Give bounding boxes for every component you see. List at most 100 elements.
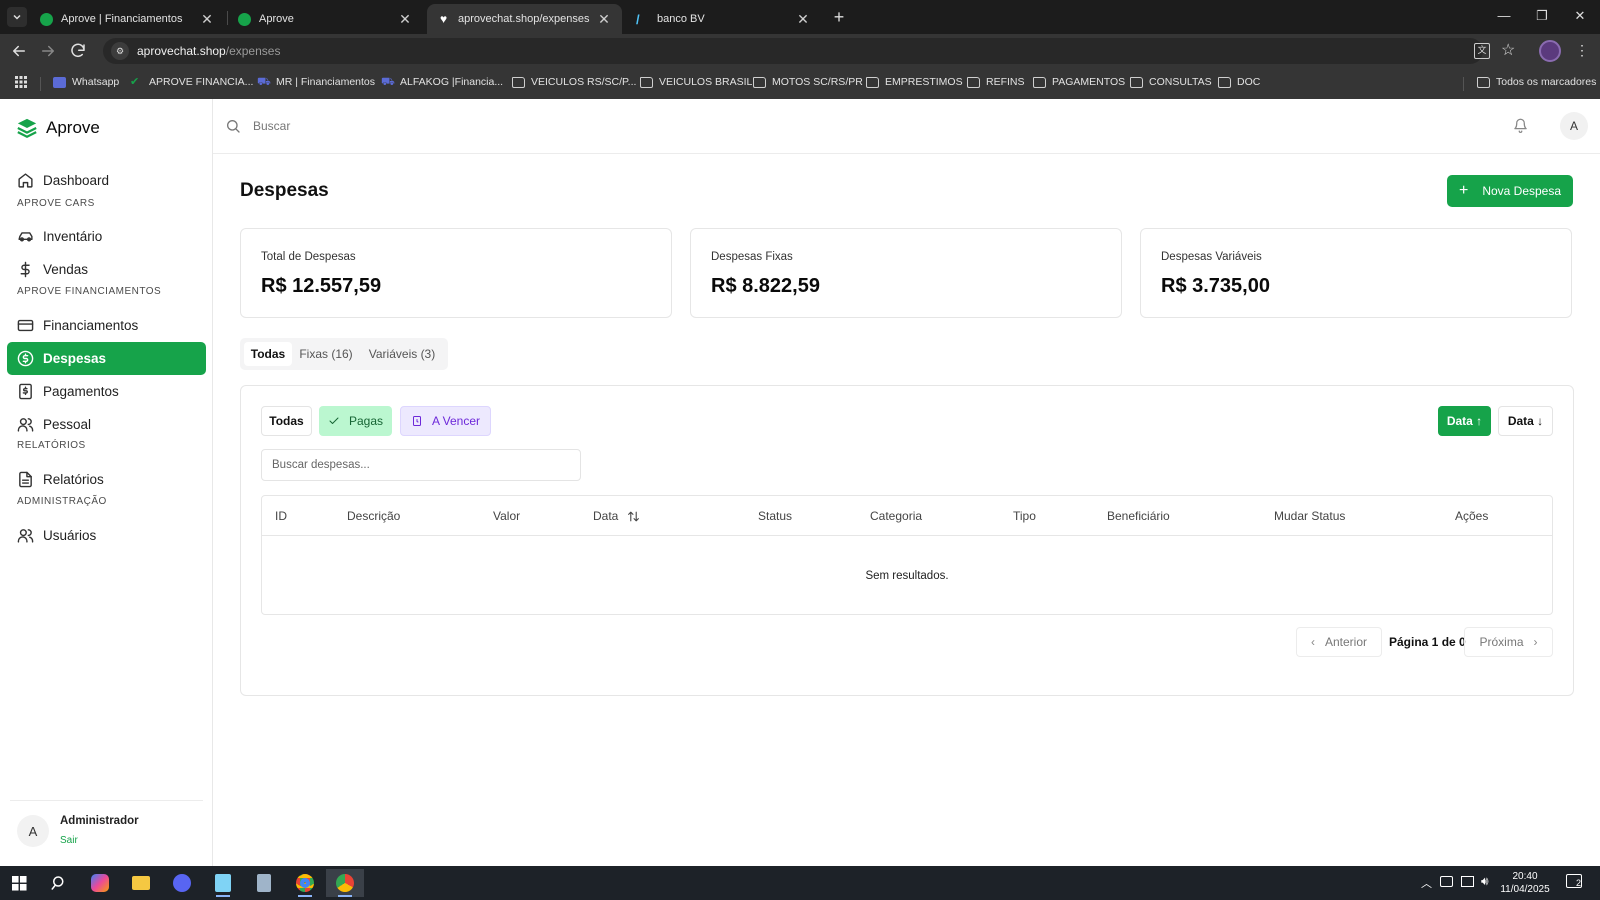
bookmark-label: EMPRESTIMOS (885, 76, 963, 88)
bookmark-folder-emprestimos[interactable]: EMPRESTIMOS (866, 76, 963, 88)
browser-tab-4[interactable]: / banco BV ✕ (626, 4, 821, 34)
chrome-profile-icon[interactable] (326, 869, 364, 897)
network-icon[interactable] (1461, 876, 1474, 887)
bookmark-folder-consultas[interactable]: CONSULTAS (1130, 76, 1212, 88)
avatar[interactable]: A (1560, 112, 1588, 140)
url-field[interactable]: ⚙ aprovechat.shop/expenses (103, 38, 1483, 64)
bookmark-star-icon[interactable]: ☆ (1501, 40, 1515, 60)
bookmark-folder-pagamentos[interactable]: PAGAMENTOS (1033, 76, 1125, 88)
bookmark-folder-refins[interactable]: REFINS (967, 76, 1025, 88)
minimize-icon[interactable]: — (1492, 8, 1516, 26)
close-tab-icon[interactable]: ✕ (795, 11, 811, 28)
column-header-categoria[interactable]: Categoria (870, 509, 922, 523)
folder-icon (1218, 76, 1231, 88)
folder-icon (1477, 76, 1490, 88)
sidebar-item-pagamentos[interactable]: Pagamentos (7, 375, 206, 408)
card-label: Despesas Fixas (711, 251, 793, 263)
url-host: aprovechat.shop (137, 44, 226, 58)
search-icon (227, 120, 240, 133)
restore-icon[interactable]: ❐ (1530, 8, 1554, 26)
close-window-icon[interactable]: ✕ (1568, 8, 1592, 26)
filter-a-vencer-button[interactable]: A Vencer (400, 406, 491, 436)
bookmark-alfakog[interactable]: ⛟ ALFAKOG |Financia... (381, 76, 503, 88)
notepad-icon[interactable] (204, 869, 242, 897)
logout-link[interactable]: Sair (60, 835, 78, 846)
bookmark-folder-veiculos-brasil[interactable]: VEICULOS BRASIL (640, 76, 752, 88)
windows-start-icon[interactable] (0, 869, 38, 897)
expense-search-input[interactable] (261, 449, 581, 481)
users-icon (17, 418, 34, 432)
folder-icon (753, 76, 766, 88)
profile-avatar-icon[interactable] (1539, 40, 1561, 62)
bookmark-folder-motos[interactable]: MOTOS SC/RS/PR (753, 76, 863, 88)
tab-variaveis[interactable]: Variáveis (3) (360, 342, 444, 366)
apps-grid-icon[interactable] (15, 76, 27, 88)
filter-pagas-button[interactable]: Pagas (319, 406, 392, 436)
sidebar-item-despesas[interactable]: Despesas (7, 342, 206, 375)
column-header-status[interactable]: Status (758, 509, 792, 523)
sort-date-desc-button[interactable]: Data ↓ (1498, 406, 1553, 436)
tab-todas[interactable]: Todas (244, 342, 292, 366)
new-expense-button[interactable]: + Nova Despesa (1447, 175, 1573, 207)
sort-date-asc-button[interactable]: Data ↑ (1438, 406, 1491, 436)
tab-search-button[interactable] (7, 7, 27, 27)
new-tab-button[interactable]: + (828, 6, 850, 28)
reload-icon[interactable] (69, 42, 87, 60)
back-arrow-icon[interactable] (10, 42, 28, 60)
sidebar-item-dashboard[interactable]: Dashboard (7, 164, 206, 197)
taskbar-search-icon[interactable] (40, 869, 78, 897)
summary-card-fixed: Despesas Fixas R$ 8.822,59 (690, 228, 1122, 318)
browser-tab-1[interactable]: Aprove | Financiamentos ✕ (30, 4, 225, 34)
close-tab-icon[interactable]: ✕ (199, 11, 215, 28)
previous-page-button[interactable]: ‹ Anterior (1296, 627, 1382, 657)
calculator-icon[interactable] (245, 869, 283, 897)
volume-icon[interactable]: 🔊︎ (1481, 874, 1489, 889)
bookmark-aprove[interactable]: ✔ APROVE FINANCIA... (130, 76, 253, 88)
close-tab-icon[interactable]: ✕ (397, 11, 413, 28)
column-header-beneficiario[interactable]: Beneficiário (1107, 509, 1170, 523)
filter-todas-button[interactable]: Todas (261, 406, 312, 436)
sidebar-item-relatorios[interactable]: Relatórios (7, 463, 206, 496)
close-tab-icon[interactable]: ✕ (596, 11, 612, 28)
avatar[interactable]: A (17, 815, 49, 847)
system-tray-icon[interactable] (1440, 876, 1453, 887)
next-page-button[interactable]: Próxima › (1464, 627, 1553, 657)
app-logo[interactable]: Aprove (16, 117, 100, 139)
sidebar-item-pessoal[interactable]: Pessoal (7, 408, 206, 441)
browser-menu-icon[interactable]: ⋮ (1575, 41, 1589, 59)
heart-favicon-icon: ♥ (439, 11, 448, 26)
browser-tab-2[interactable]: Aprove ✕ (228, 4, 423, 34)
forward-arrow-icon[interactable] (39, 42, 57, 60)
global-search-input[interactable] (253, 116, 553, 136)
folder-icon (512, 76, 525, 88)
chevron-up-icon[interactable]: ︿ (1421, 875, 1432, 891)
chrome-icon[interactable] (286, 869, 324, 897)
sidebar-item-usuarios[interactable]: Usuários (7, 519, 206, 552)
notifications-icon[interactable]: 2 (1566, 874, 1582, 888)
copilot-icon[interactable] (81, 869, 119, 897)
sidebar-item-financiamentos[interactable]: Financiamentos (7, 309, 206, 342)
sidebar-item-inventario[interactable]: Inventário (7, 220, 206, 253)
bookmark-folder-doc[interactable]: DOC (1218, 76, 1260, 88)
bookmark-whatsapp[interactable]: Whatsapp (53, 76, 119, 88)
column-header-tipo[interactable]: Tipo (1013, 509, 1036, 523)
taskbar-clock[interactable]: 20:40 11/04/2025 (1497, 870, 1553, 896)
site-info-icon[interactable]: ⚙ (111, 42, 129, 60)
browser-tab-3[interactable]: ♥ aprovechat.shop/expenses ✕ (427, 4, 622, 34)
column-header-id[interactable]: ID (275, 509, 287, 523)
column-header-valor[interactable]: Valor (493, 509, 520, 523)
bookmark-folder-veiculos-rs[interactable]: VEICULOS RS/SC/P... (512, 76, 636, 88)
column-header-data[interactable]: Data (593, 509, 640, 523)
file-explorer-icon[interactable] (122, 869, 160, 897)
translate-icon[interactable]: 文 (1474, 43, 1490, 59)
tab-fixas[interactable]: Fixas (16) (296, 342, 356, 366)
column-header-acoes[interactable]: Ações (1455, 509, 1488, 523)
all-bookmarks[interactable]: Todos os marcadores (1477, 76, 1596, 88)
bell-icon[interactable] (1513, 118, 1528, 133)
discord-icon[interactable] (163, 869, 201, 897)
bookmark-mr[interactable]: ⛟ MR | Financiamentos (257, 76, 375, 88)
sidebar-item-vendas[interactable]: Vendas (7, 253, 206, 286)
column-header-descricao[interactable]: Descrição (347, 509, 400, 523)
sort-arrows-icon[interactable] (627, 510, 640, 523)
column-header-mudar-status[interactable]: Mudar Status (1274, 509, 1345, 523)
